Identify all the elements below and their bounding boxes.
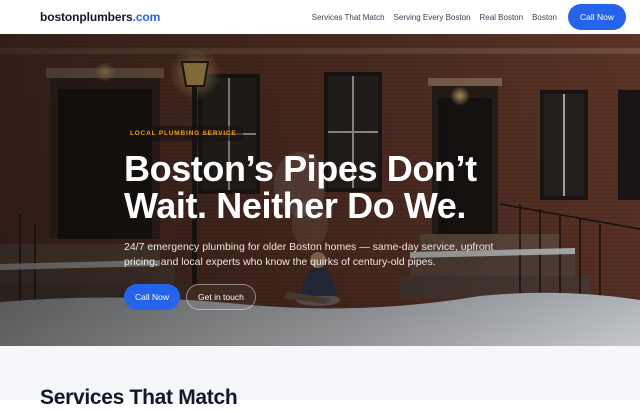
- nav-link-real-boston[interactable]: Real Boston: [479, 13, 523, 22]
- logo-main-text: bostonplumbers: [40, 10, 133, 24]
- hero-get-in-touch-button[interactable]: Get in touch: [186, 284, 256, 310]
- services-section-title: Services That Match: [40, 386, 238, 409]
- site-logo[interactable]: bostonplumbers.com: [40, 10, 160, 24]
- hero-content: LOCAL PLUMBING SERVICE Boston’s Pipes Do…: [124, 122, 544, 310]
- hero-section: LOCAL PLUMBING SERVICE Boston’s Pipes Do…: [0, 34, 640, 346]
- header-call-now-button[interactable]: Call Now: [567, 4, 626, 30]
- hero-subtext: 24/7 emergency plumbing for older Boston…: [124, 241, 494, 268]
- main-nav: Services That Match Serving Every Boston…: [312, 4, 626, 30]
- hero-headline-line-2: Wait. Neither Do We.: [124, 185, 467, 226]
- nav-link-serving[interactable]: Serving Every Boston: [394, 13, 471, 22]
- services-section: Services That Match: [0, 346, 640, 409]
- hero-call-now-button[interactable]: Call Now: [124, 284, 181, 310]
- hero-eyebrow-badge: LOCAL PLUMBING SERVICE: [124, 126, 243, 141]
- hero-cta-row: Call Now Get in touch: [124, 284, 544, 310]
- logo-tld-text: .com: [132, 10, 161, 24]
- hero-headline: Boston’s Pipes Don’t Wait. Neither Do We…: [124, 150, 544, 224]
- nav-link-services[interactable]: Services That Match: [312, 13, 385, 22]
- hero-headline-line-1: Boston’s Pipes Don’t: [124, 148, 477, 189]
- nav-link-boston[interactable]: Boston: [532, 13, 557, 22]
- site-header: bostonplumbers.com Services That Match S…: [0, 0, 640, 34]
